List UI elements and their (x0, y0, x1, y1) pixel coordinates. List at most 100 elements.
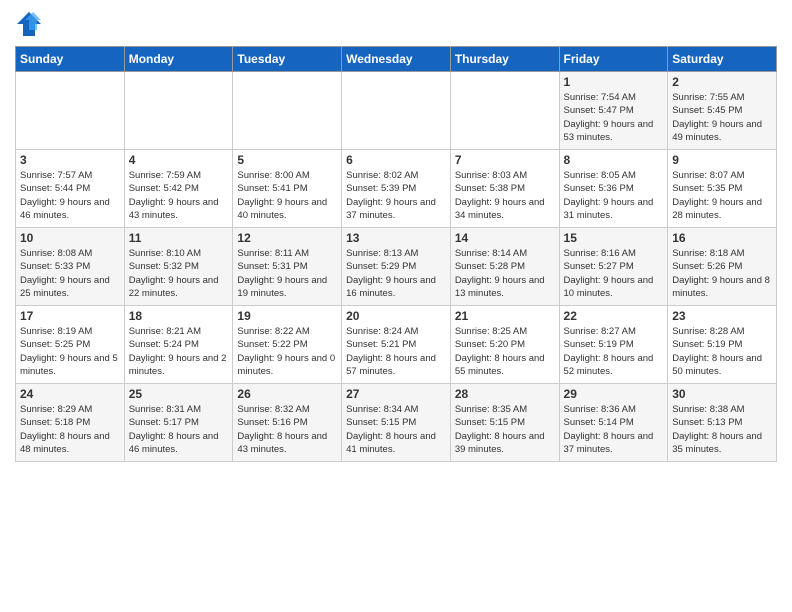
calendar-cell: 20 Sunrise: 8:24 AM Sunset: 5:21 PM Dayli… (342, 306, 451, 384)
day-info: Sunrise: 8:14 AM Sunset: 5:28 PM Dayligh… (455, 247, 555, 300)
calendar-week-row: 1 Sunrise: 7:54 AM Sunset: 5:47 PM Daylig… (16, 72, 777, 150)
day-number: 30 (672, 387, 772, 401)
calendar-cell (16, 72, 125, 150)
day-info: Sunrise: 8:38 AM Sunset: 5:13 PM Dayligh… (672, 403, 772, 456)
day-info: Sunrise: 8:27 AM Sunset: 5:19 PM Dayligh… (564, 325, 664, 378)
weekday-header: Monday (124, 47, 233, 72)
day-info: Sunrise: 8:34 AM Sunset: 5:15 PM Dayligh… (346, 403, 446, 456)
calendar-cell: 13 Sunrise: 8:13 AM Sunset: 5:29 PM Dayli… (342, 228, 451, 306)
day-number: 15 (564, 231, 664, 245)
calendar-body: 1 Sunrise: 7:54 AM Sunset: 5:47 PM Daylig… (16, 72, 777, 462)
day-info: Sunrise: 7:59 AM Sunset: 5:42 PM Dayligh… (129, 169, 229, 222)
calendar-week-row: 24 Sunrise: 8:29 AM Sunset: 5:18 PM Dayli… (16, 384, 777, 462)
day-number: 20 (346, 309, 446, 323)
calendar-cell: 27 Sunrise: 8:34 AM Sunset: 5:15 PM Dayli… (342, 384, 451, 462)
day-number: 8 (564, 153, 664, 167)
day-number: 2 (672, 75, 772, 89)
day-info: Sunrise: 8:24 AM Sunset: 5:21 PM Dayligh… (346, 325, 446, 378)
day-info: Sunrise: 8:02 AM Sunset: 5:39 PM Dayligh… (346, 169, 446, 222)
calendar-cell: 10Sunrise: 8:08 AM Sunset: 5:33 PM Dayli… (16, 228, 125, 306)
day-info: Sunrise: 8:08 AM Sunset: 5:33 PM Dayligh… (20, 247, 120, 300)
calendar-week-row: 10Sunrise: 8:08 AM Sunset: 5:33 PM Dayli… (16, 228, 777, 306)
day-number: 29 (564, 387, 664, 401)
logo (15, 10, 47, 38)
weekday-header: Wednesday (342, 47, 451, 72)
day-number: 3 (20, 153, 120, 167)
day-info: Sunrise: 8:19 AM Sunset: 5:25 PM Dayligh… (20, 325, 120, 378)
day-number: 7 (455, 153, 555, 167)
weekday-header: Tuesday (233, 47, 342, 72)
day-number: 25 (129, 387, 229, 401)
calendar-cell: 5Sunrise: 8:00 AM Sunset: 5:41 PM Daylig… (233, 150, 342, 228)
day-info: Sunrise: 8:13 AM Sunset: 5:29 PM Dayligh… (346, 247, 446, 300)
page-container: SundayMondayTuesdayWednesdayThursdayFrid… (0, 0, 792, 472)
day-info: Sunrise: 8:25 AM Sunset: 5:20 PM Dayligh… (455, 325, 555, 378)
calendar-cell: 21 Sunrise: 8:25 AM Sunset: 5:20 PM Dayli… (450, 306, 559, 384)
calendar-cell: 17 Sunrise: 8:19 AM Sunset: 5:25 PM Dayli… (16, 306, 125, 384)
calendar-cell: 23 Sunrise: 8:28 AM Sunset: 5:19 PM Dayli… (668, 306, 777, 384)
day-info: Sunrise: 7:57 AM Sunset: 5:44 PM Dayligh… (20, 169, 120, 222)
calendar-cell: 6 Sunrise: 8:02 AM Sunset: 5:39 PM Daylig… (342, 150, 451, 228)
calendar-cell: 29 Sunrise: 8:36 AM Sunset: 5:14 PM Dayli… (559, 384, 668, 462)
calendar-cell (450, 72, 559, 150)
calendar-cell: 4 Sunrise: 7:59 AM Sunset: 5:42 PM Daylig… (124, 150, 233, 228)
header (15, 10, 777, 38)
weekday-header: Friday (559, 47, 668, 72)
day-info: Sunrise: 8:36 AM Sunset: 5:14 PM Dayligh… (564, 403, 664, 456)
calendar-table: SundayMondayTuesdayWednesdayThursdayFrid… (15, 46, 777, 462)
day-info: Sunrise: 8:29 AM Sunset: 5:18 PM Dayligh… (20, 403, 120, 456)
day-number: 28 (455, 387, 555, 401)
logo-icon (15, 10, 43, 38)
calendar-cell: 16 Sunrise: 8:18 AM Sunset: 5:26 PM Dayli… (668, 228, 777, 306)
day-info: Sunrise: 8:28 AM Sunset: 5:19 PM Dayligh… (672, 325, 772, 378)
day-number: 16 (672, 231, 772, 245)
calendar-cell: 18Sunrise: 8:21 AM Sunset: 5:24 PM Dayli… (124, 306, 233, 384)
day-info: Sunrise: 8:16 AM Sunset: 5:27 PM Dayligh… (564, 247, 664, 300)
calendar-cell: 22 Sunrise: 8:27 AM Sunset: 5:19 PM Dayli… (559, 306, 668, 384)
calendar-cell: 14Sunrise: 8:14 AM Sunset: 5:28 PM Dayli… (450, 228, 559, 306)
day-info: Sunrise: 8:03 AM Sunset: 5:38 PM Dayligh… (455, 169, 555, 222)
day-info: Sunrise: 8:10 AM Sunset: 5:32 PM Dayligh… (129, 247, 229, 300)
calendar-cell: 2 Sunrise: 7:55 AM Sunset: 5:45 PM Daylig… (668, 72, 777, 150)
calendar-week-row: 17 Sunrise: 8:19 AM Sunset: 5:25 PM Dayli… (16, 306, 777, 384)
day-info: Sunrise: 8:31 AM Sunset: 5:17 PM Dayligh… (129, 403, 229, 456)
calendar-cell: 25 Sunrise: 8:31 AM Sunset: 5:17 PM Dayli… (124, 384, 233, 462)
calendar-week-row: 3 Sunrise: 7:57 AM Sunset: 5:44 PM Daylig… (16, 150, 777, 228)
calendar-cell (342, 72, 451, 150)
day-info: Sunrise: 8:07 AM Sunset: 5:35 PM Dayligh… (672, 169, 772, 222)
day-number: 5 (237, 153, 337, 167)
calendar-cell: 30 Sunrise: 8:38 AM Sunset: 5:13 PM Dayli… (668, 384, 777, 462)
day-number: 6 (346, 153, 446, 167)
calendar-cell: 12Sunrise: 8:11 AM Sunset: 5:31 PM Dayli… (233, 228, 342, 306)
weekday-header: Saturday (668, 47, 777, 72)
day-number: 23 (672, 309, 772, 323)
calendar-cell: 26Sunrise: 8:32 AM Sunset: 5:16 PM Dayli… (233, 384, 342, 462)
calendar-cell: 3 Sunrise: 7:57 AM Sunset: 5:44 PM Daylig… (16, 150, 125, 228)
calendar-cell: 28 Sunrise: 8:35 AM Sunset: 5:15 PM Dayli… (450, 384, 559, 462)
calendar-cell: 7 Sunrise: 8:03 AM Sunset: 5:38 PM Daylig… (450, 150, 559, 228)
day-info: Sunrise: 7:55 AM Sunset: 5:45 PM Dayligh… (672, 91, 772, 144)
day-number: 24 (20, 387, 120, 401)
day-number: 27 (346, 387, 446, 401)
day-number: 11 (129, 231, 229, 245)
day-info: Sunrise: 7:54 AM Sunset: 5:47 PM Dayligh… (564, 91, 664, 144)
day-number: 17 (20, 309, 120, 323)
day-number: 22 (564, 309, 664, 323)
day-number: 1 (564, 75, 664, 89)
day-number: 12 (237, 231, 337, 245)
calendar-cell: 1 Sunrise: 7:54 AM Sunset: 5:47 PM Daylig… (559, 72, 668, 150)
day-number: 9 (672, 153, 772, 167)
day-info: Sunrise: 8:35 AM Sunset: 5:15 PM Dayligh… (455, 403, 555, 456)
day-number: 4 (129, 153, 229, 167)
day-number: 21 (455, 309, 555, 323)
weekday-header: Thursday (450, 47, 559, 72)
day-info: Sunrise: 8:22 AM Sunset: 5:22 PM Dayligh… (237, 325, 337, 378)
calendar-cell: 19Sunrise: 8:22 AM Sunset: 5:22 PM Dayli… (233, 306, 342, 384)
day-info: Sunrise: 8:32 AM Sunset: 5:16 PM Dayligh… (237, 403, 337, 456)
calendar-cell: 8 Sunrise: 8:05 AM Sunset: 5:36 PM Daylig… (559, 150, 668, 228)
day-info: Sunrise: 8:18 AM Sunset: 5:26 PM Dayligh… (672, 247, 772, 300)
day-number: 13 (346, 231, 446, 245)
day-info: Sunrise: 8:05 AM Sunset: 5:36 PM Dayligh… (564, 169, 664, 222)
calendar-header-row: SundayMondayTuesdayWednesdayThursdayFrid… (16, 47, 777, 72)
calendar-cell: 24 Sunrise: 8:29 AM Sunset: 5:18 PM Dayli… (16, 384, 125, 462)
